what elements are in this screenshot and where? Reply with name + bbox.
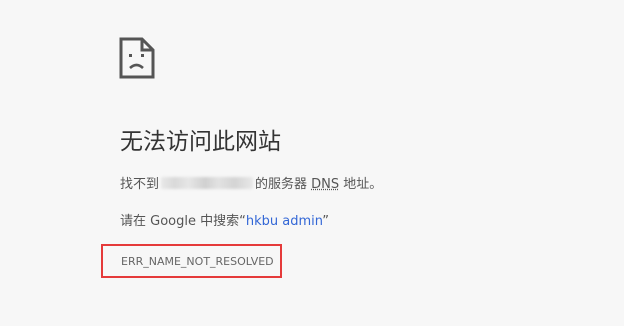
dns-error-message: 找不到 的服务器 DNS 地址。 <box>120 176 382 194</box>
search-suggestion: 请在 Google 中搜索“hkbu admin” <box>120 213 329 231</box>
page-title: 无法访问此网站 <box>120 129 281 155</box>
error-page: 无法访问此网站 找不到 的服务器 DNS 地址。 请在 Google 中搜索“hk… <box>0 0 624 326</box>
dns-message-middle: 的服务器 <box>255 177 312 192</box>
dns-message-prefix: 找不到 <box>120 177 160 192</box>
dns-term: DNS <box>311 177 340 192</box>
search-suggestion-suffix: ” <box>322 214 330 229</box>
sad-page-icon <box>119 37 155 79</box>
redacted-hostname <box>161 177 254 189</box>
search-suggestion-prefix: 请在 Google 中搜索“ <box>120 214 246 229</box>
error-code-highlight-box <box>101 244 282 278</box>
google-search-link[interactable]: hkbu admin <box>246 214 322 229</box>
dns-message-suffix: 地址。 <box>339 177 383 192</box>
